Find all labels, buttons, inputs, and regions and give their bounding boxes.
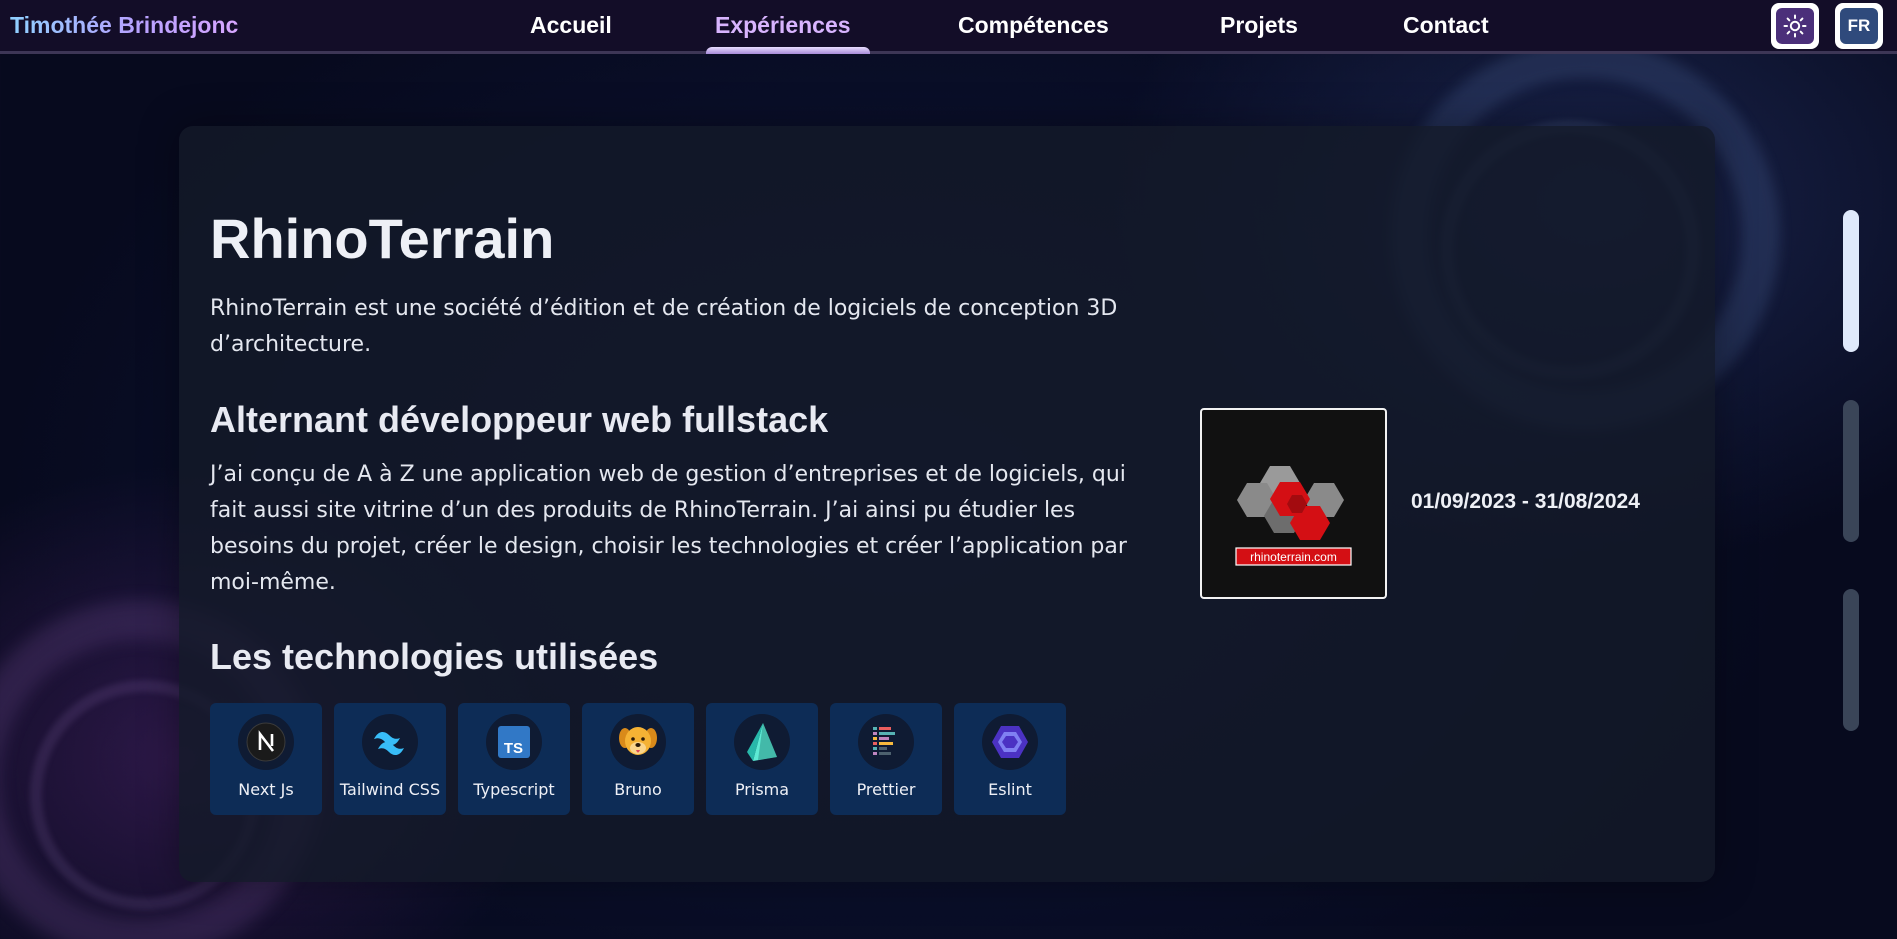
tech-label: Prisma <box>734 780 790 799</box>
tech-label: Bruno <box>614 780 662 799</box>
technologies-list: Next Js Tailwind CSS TS Typescript Bruno… <box>210 703 1066 815</box>
tech-item-prisma[interactable]: Prisma <box>706 703 818 815</box>
language-label: FR <box>1840 8 1878 44</box>
section-indicator-3[interactable] <box>1843 589 1859 731</box>
sun-icon <box>1783 14 1807 38</box>
svg-text:TS: TS <box>504 740 523 757</box>
top-navigation: Timothée Brindejonc Accueil Expériences … <box>0 0 1897 54</box>
experience-dates: 01/09/2023 - 31/08/2024 <box>1411 490 1640 513</box>
prettier-icon <box>858 714 914 770</box>
site-brand[interactable]: Timothée Brindejonc <box>10 12 238 39</box>
tech-label: Next Js <box>238 780 294 799</box>
prisma-icon <box>734 714 790 770</box>
role-title: Alternant développeur web fullstack <box>210 399 829 440</box>
theme-toggle-button[interactable] <box>1771 3 1819 49</box>
typescript-icon: TS <box>486 714 542 770</box>
role-description: J’ai conçu de A à Z une application web … <box>210 462 1127 595</box>
bruno-icon <box>610 714 666 770</box>
nav-link-projets[interactable]: Projets <box>1220 12 1298 39</box>
tech-label: Prettier <box>856 780 916 799</box>
tech-label: Typescript <box>473 780 555 799</box>
tech-label: Eslint <box>988 780 1032 799</box>
company-logo: rhinoterrain.com <box>1200 408 1387 599</box>
tech-item-nextjs[interactable]: Next Js <box>210 703 322 815</box>
logo-caption: rhinoterrain.com <box>1250 550 1337 564</box>
nav-link-accueil[interactable]: Accueil <box>530 12 612 39</box>
technologies-title: Les technologies utilisées <box>210 636 659 677</box>
tech-item-bruno[interactable]: Bruno <box>582 703 694 815</box>
tailwind-icon <box>362 714 418 770</box>
active-nav-indicator <box>706 47 870 54</box>
nextjs-icon <box>238 714 294 770</box>
eslint-icon <box>982 714 1038 770</box>
tech-item-eslint[interactable]: Eslint <box>954 703 1066 815</box>
nav-link-competences[interactable]: Compétences <box>958 12 1109 39</box>
language-button[interactable]: FR <box>1835 3 1883 49</box>
experience-card: RhinoTerrain RhinoTerrain est une sociét… <box>179 126 1715 882</box>
company-description: RhinoTerrain est une société d’édition e… <box>210 296 1118 357</box>
tech-item-tailwind[interactable]: Tailwind CSS <box>334 703 446 815</box>
company-title: RhinoTerrain <box>210 207 555 270</box>
tech-item-prettier[interactable]: Prettier <box>830 703 942 815</box>
tech-item-typescript[interactable]: TS Typescript <box>458 703 570 815</box>
nav-link-contact[interactable]: Contact <box>1403 12 1489 39</box>
section-indicator-2[interactable] <box>1843 400 1859 542</box>
tech-label: Tailwind CSS <box>339 780 441 799</box>
section-indicator-1[interactable] <box>1843 210 1859 352</box>
nav-link-experiences[interactable]: Expériences <box>715 12 851 39</box>
